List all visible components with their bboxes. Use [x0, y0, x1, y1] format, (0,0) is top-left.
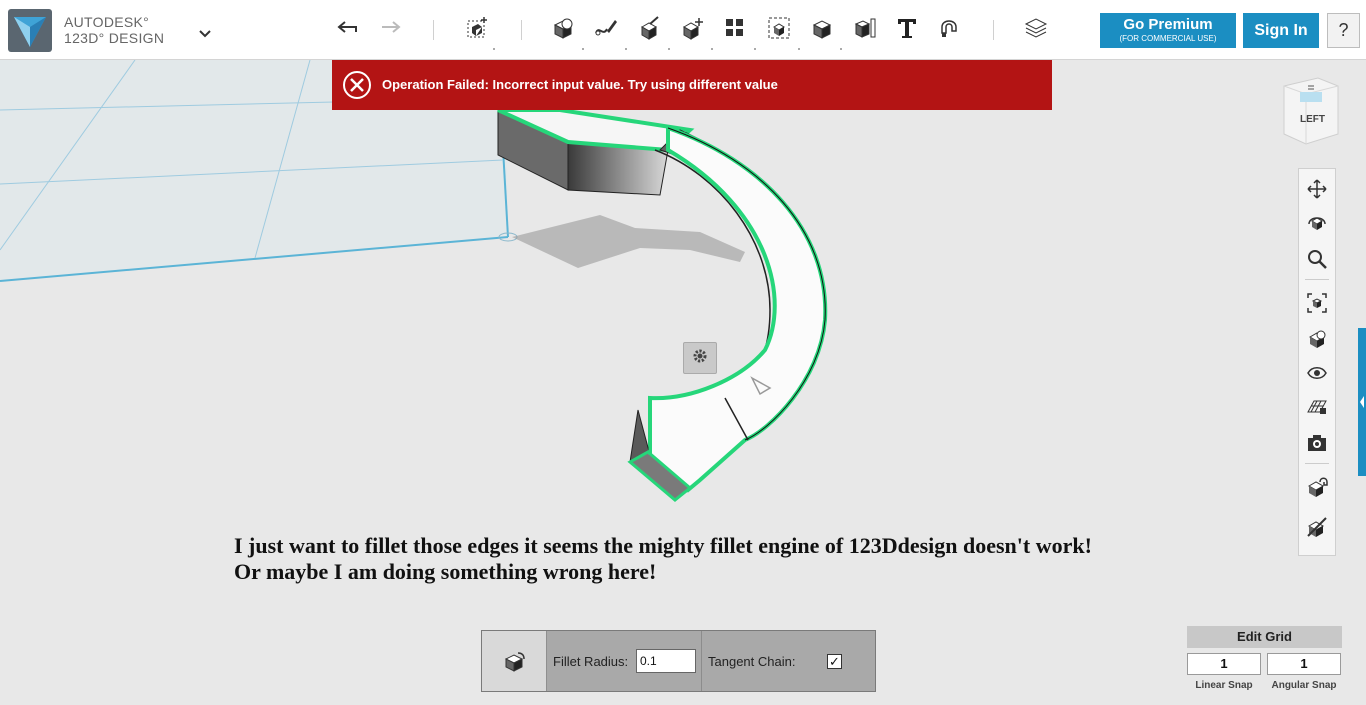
- error-message: Operation Failed: Incorrect input value.…: [382, 77, 778, 92]
- error-banner: Operation Failed: Incorrect input value.…: [332, 60, 1052, 110]
- sign-in-button[interactable]: Sign In: [1243, 13, 1319, 48]
- camera-icon[interactable]: [1303, 429, 1331, 457]
- view-cube[interactable]: LEFT: [1278, 76, 1342, 148]
- visibility-icon[interactable]: [1303, 359, 1331, 387]
- fillet-panel: Fillet Radius: Tangent Chain: ✓: [481, 630, 876, 692]
- menu-indicator: [493, 48, 495, 50]
- view-cube-face-label: LEFT: [1300, 114, 1325, 125]
- primitives-icon[interactable]: [548, 14, 576, 42]
- menu-indicator: [625, 48, 627, 50]
- app-logo-icon[interactable]: [8, 9, 52, 52]
- toolbar-divider: [521, 20, 522, 40]
- menu-indicator: [798, 48, 800, 50]
- annotation-line-1: I just want to fillet those edges it see…: [234, 533, 1092, 558]
- linear-snap-label: Linear Snap: [1195, 680, 1253, 691]
- go-premium-sublabel: (FOR COMMERCIAL USE): [1119, 34, 1217, 43]
- view-mode-icon[interactable]: [1303, 325, 1331, 353]
- redo-icon[interactable]: [376, 14, 404, 42]
- materials-icon[interactable]: [1022, 14, 1050, 42]
- transform-icon[interactable]: [463, 14, 491, 42]
- annotation-line-2: Or maybe I am doing something wrong here…: [234, 559, 657, 584]
- menu-indicator: [840, 48, 842, 50]
- grouping-icon[interactable]: [765, 14, 793, 42]
- sketch-icon[interactable]: [592, 14, 620, 42]
- product-name: 123D° DESIGN: [64, 30, 165, 46]
- tangent-chain-label: Tangent Chain:: [708, 654, 796, 669]
- fit-icon[interactable]: [1303, 289, 1331, 317]
- measure-icon[interactable]: [851, 14, 879, 42]
- angular-snap-label: Angular Snap: [1271, 680, 1337, 691]
- pan-icon[interactable]: [1303, 175, 1331, 203]
- fillet-radius-label: Fillet Radius:: [553, 654, 629, 669]
- menu-indicator: [668, 48, 670, 50]
- snap-tool-icon[interactable]: [1303, 473, 1331, 501]
- toolbar-divider: [433, 20, 434, 40]
- nav-divider: [1305, 279, 1329, 280]
- help-button[interactable]: ?: [1327, 13, 1360, 48]
- pattern-icon[interactable]: [721, 14, 749, 42]
- toolbar-divider: [993, 20, 994, 40]
- angular-snap-input[interactable]: 1: [1267, 653, 1341, 675]
- modify-icon[interactable]: [678, 14, 706, 42]
- construct-icon[interactable]: [635, 14, 663, 42]
- scene-canvas[interactable]: [0, 60, 1358, 705]
- linear-snap-input[interactable]: 1: [1187, 653, 1261, 675]
- menu-indicator: [754, 48, 756, 50]
- hide-icon[interactable]: [1303, 513, 1331, 541]
- snap-icon[interactable]: [936, 14, 964, 42]
- combine-icon[interactable]: [808, 14, 836, 42]
- shadow: [512, 215, 745, 268]
- undo-icon[interactable]: [334, 14, 362, 42]
- grid-icon[interactable]: [1303, 393, 1331, 421]
- top-toolbar: AUTODESK° 123D° DESIGN Go Premium (FOR C…: [0, 0, 1366, 60]
- go-premium-label: Go Premium: [1123, 16, 1213, 33]
- fillet-tool-icon[interactable]: [482, 631, 547, 691]
- error-icon[interactable]: [342, 70, 372, 100]
- gear-icon: [691, 347, 709, 370]
- chevron-down-icon[interactable]: [196, 24, 214, 42]
- go-premium-button[interactable]: Go Premium (FOR COMMERCIAL USE): [1100, 13, 1236, 48]
- orbit-icon[interactable]: [1303, 209, 1331, 237]
- panel-divider: [701, 631, 702, 691]
- nav-divider: [1305, 463, 1329, 464]
- settings-gear-button[interactable]: [683, 342, 717, 374]
- 3d-viewport[interactable]: [0, 60, 1358, 705]
- side-panel-tab[interactable]: [1358, 328, 1366, 476]
- menu-indicator: [711, 48, 713, 50]
- text-icon[interactable]: [893, 14, 921, 42]
- navigation-bar: [1298, 168, 1336, 556]
- annotation-text: I just want to fillet those edges it see…: [234, 533, 1092, 585]
- menu-indicator: [582, 48, 584, 50]
- tangent-chain-checkbox[interactable]: ✓: [827, 654, 842, 669]
- edit-grid-button[interactable]: Edit Grid: [1187, 626, 1342, 648]
- brand-name: AUTODESK°: [64, 14, 150, 30]
- zoom-icon[interactable]: [1303, 245, 1331, 273]
- fillet-radius-input[interactable]: [636, 649, 696, 673]
